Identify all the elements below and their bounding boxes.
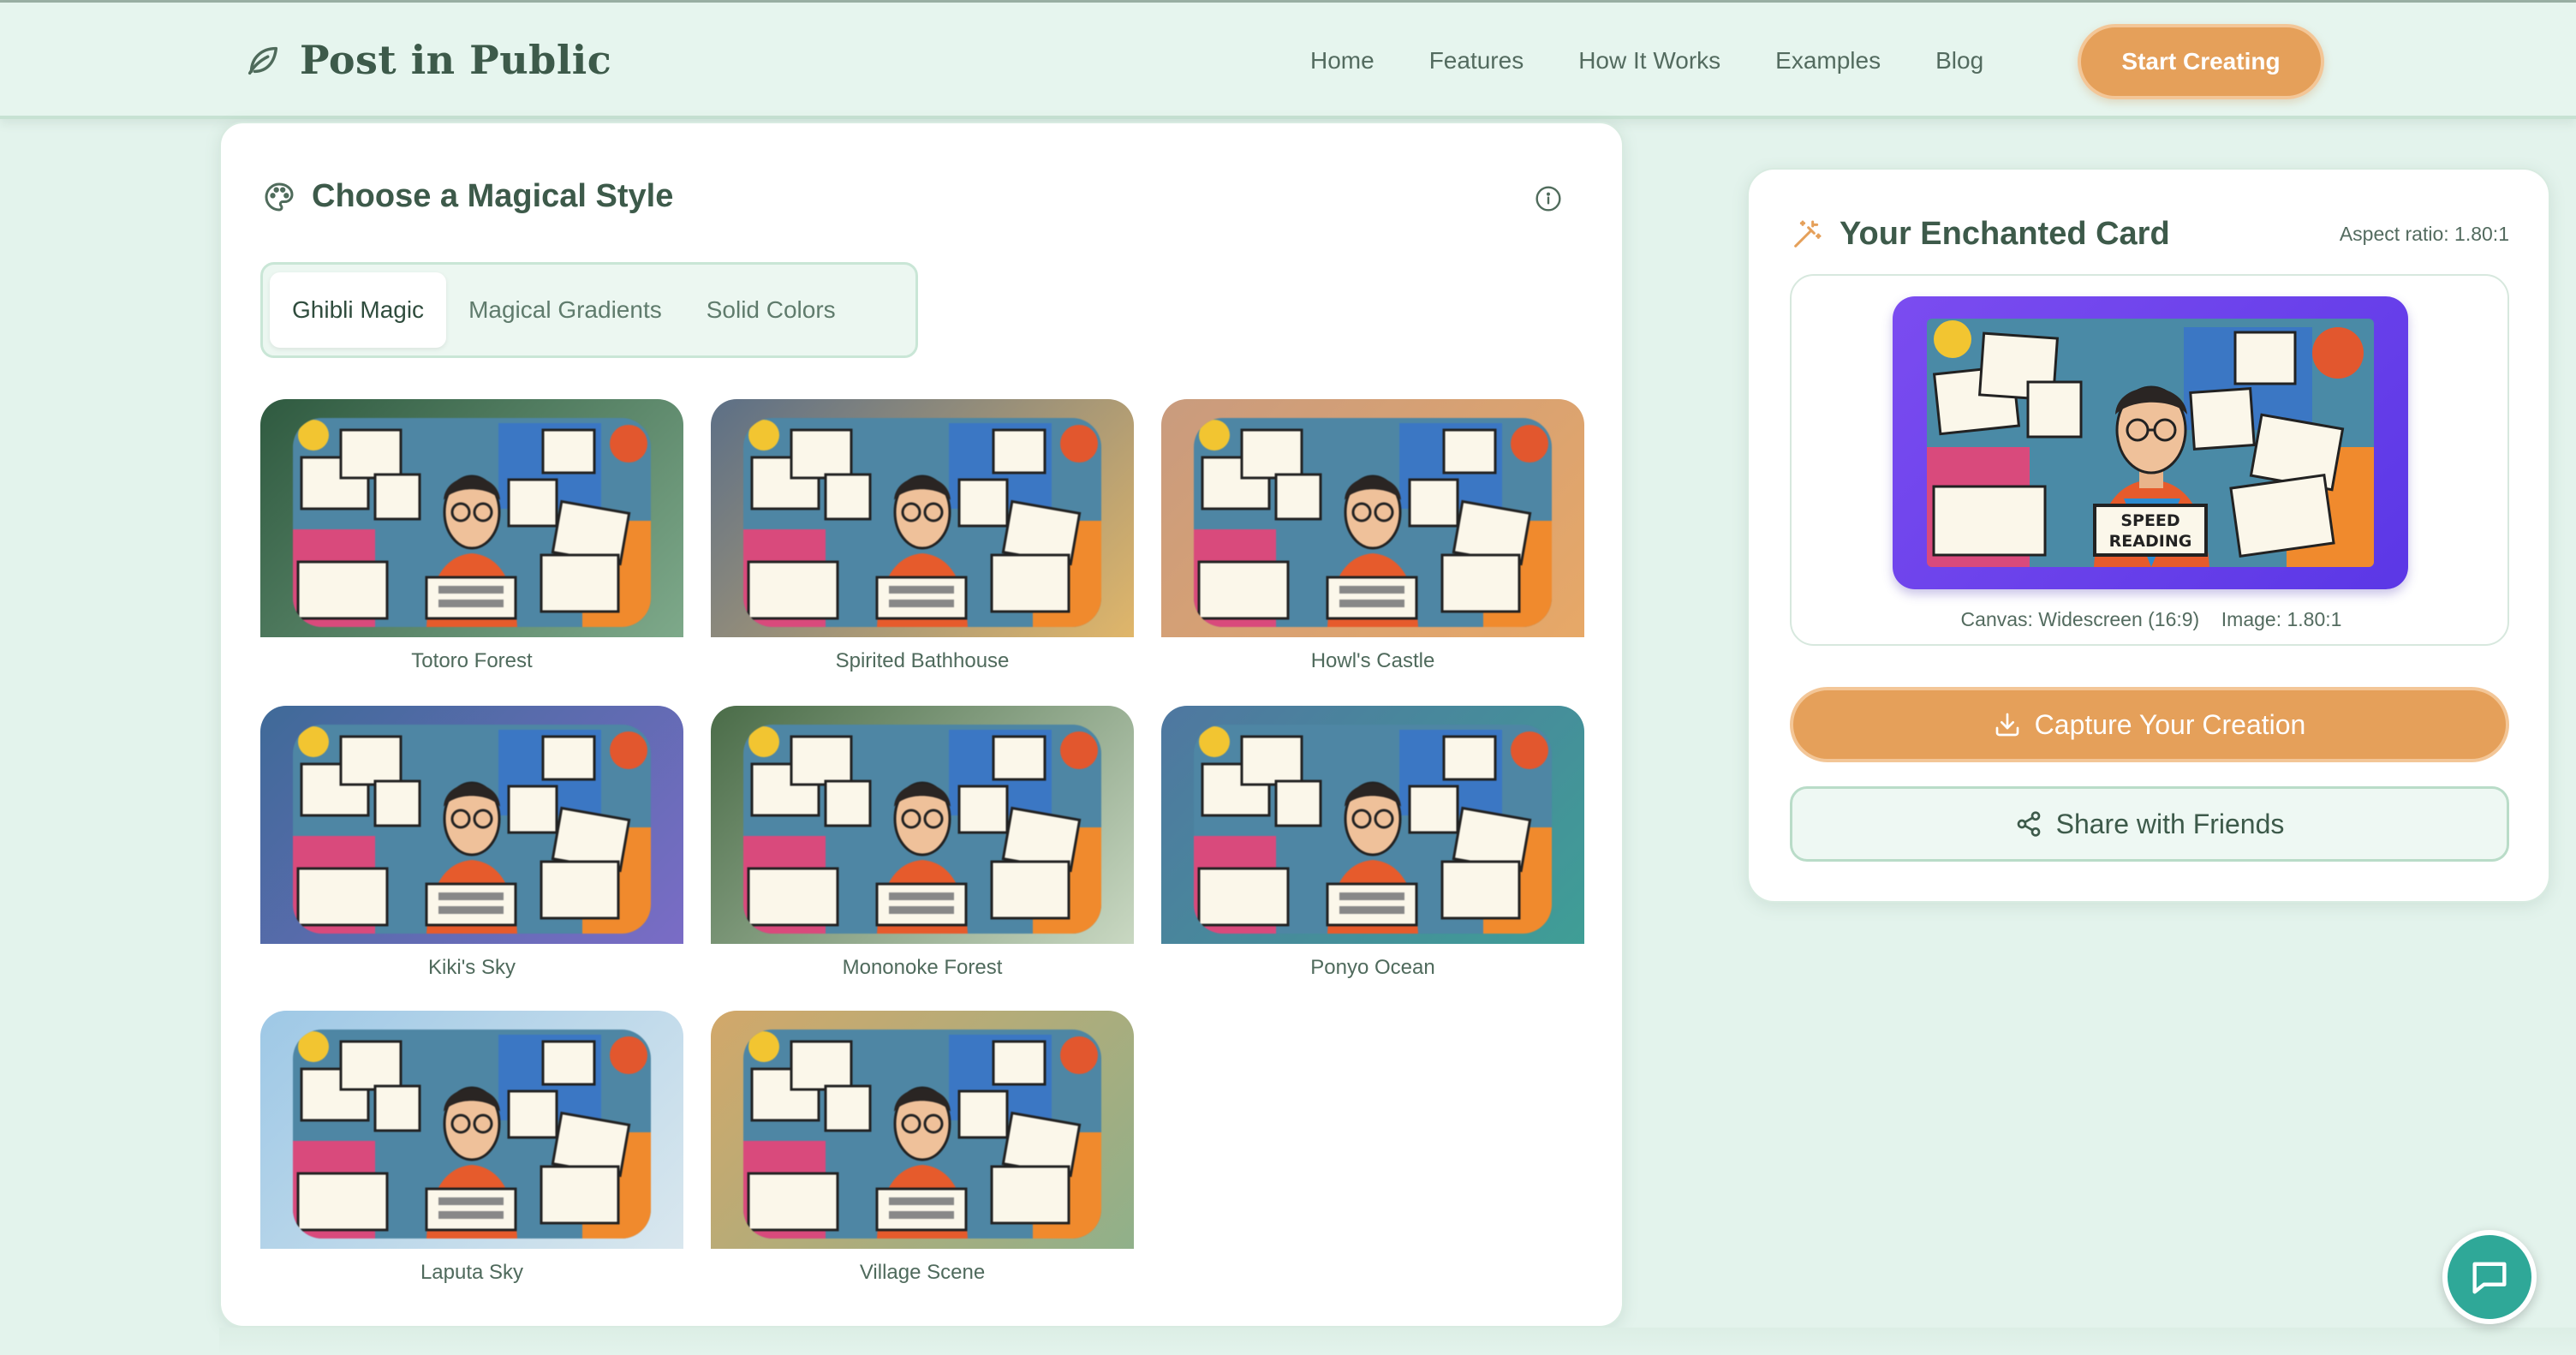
- canvas-info: Canvas: Widescreen (16:9) Image: 1.80:1: [1960, 608, 2342, 630]
- wand-icon: [1794, 220, 1822, 248]
- brand-logo[interactable]: Post in Public: [243, 30, 611, 90]
- style-tabs: Ghibli Magic Magical Gradients Solid Col…: [260, 262, 918, 358]
- preview-panel-header: Your Enchanted Card: [1790, 216, 2170, 253]
- palette-icon: [265, 182, 294, 211]
- tab-magical-gradients[interactable]: Magical Gradients: [446, 272, 684, 348]
- card-image: SPEED READING: [1927, 319, 2374, 567]
- chat-button[interactable]: [2442, 1230, 2537, 1324]
- capture-button-label: Capture Your Creation: [2034, 708, 2306, 740]
- page-bottom-shade: [219, 1328, 2576, 1355]
- share-button-label: Share with Friends: [2055, 808, 2285, 839]
- style-thumbnail: [293, 1030, 651, 1239]
- chat-bubble-icon: [2472, 1262, 2507, 1294]
- share-icon: [2017, 811, 2040, 837]
- nav-how-it-works[interactable]: How It Works: [1578, 47, 1720, 75]
- leaf-icon: [247, 46, 278, 75]
- style-option-label: Spirited Bathhouse: [835, 649, 1010, 672]
- style-option-label: Ponyo Ocean: [1310, 956, 1435, 979]
- info-icon[interactable]: [1535, 185, 1562, 212]
- style-thumbnail: [743, 418, 1101, 627]
- style-option-label: Mononoke Forest: [842, 956, 1003, 979]
- nav-blog[interactable]: Blog: [1935, 47, 1983, 75]
- style-thumbnail: [293, 725, 651, 934]
- style-option-laputa-sky[interactable]: [260, 1011, 683, 1249]
- style-option-mononoke-forest[interactable]: [711, 706, 1134, 944]
- style-panel-header: Choose a Magical Style: [262, 178, 673, 215]
- preview-panel-title: Your Enchanted Card: [1840, 216, 2170, 252]
- main-nav: Home Features How It Works Examples Blog: [1310, 3, 2038, 119]
- nav-examples[interactable]: Examples: [1775, 47, 1881, 75]
- aspect-ratio-text: Aspect ratio: 1.80:1: [2339, 223, 2509, 245]
- capture-creation-button[interactable]: Capture Your Creation: [1790, 687, 2509, 762]
- card-preview-frame: SPEED READING Canvas: Widescreen (16:9) …: [1790, 274, 2509, 646]
- style-option-howl-s-castle[interactable]: [1161, 399, 1584, 637]
- svg-text:READING: READING: [2109, 532, 2192, 551]
- download-icon: [1995, 713, 2019, 737]
- start-creating-button[interactable]: Start Creating: [2078, 24, 2324, 99]
- preview-panel: Your Enchanted Card Aspect ratio: 1.80:1: [1747, 168, 2550, 903]
- style-option-label: Kiki's Sky: [428, 956, 516, 979]
- style-thumbnail: [293, 418, 651, 627]
- style-option-label: Howl's Castle: [1310, 649, 1435, 672]
- style-thumbnail: [1194, 418, 1552, 627]
- style-option-totoro-forest[interactable]: [260, 399, 683, 637]
- style-option-ponyo-ocean[interactable]: [1161, 706, 1584, 944]
- enchanted-card: SPEED READING: [1893, 296, 2408, 589]
- tab-ghibli-magic[interactable]: Ghibli Magic: [270, 272, 447, 348]
- site-header: Post in Public Home Features How It Work…: [0, 3, 2576, 119]
- style-thumbnail: [743, 725, 1101, 934]
- brand-name: Post in Public: [300, 37, 612, 83]
- style-thumbnail: [1194, 725, 1552, 934]
- nav-home[interactable]: Home: [1310, 47, 1374, 75]
- svg-text:SPEED: SPEED: [2120, 511, 2179, 530]
- style-option-label: Laputa Sky: [420, 1261, 524, 1284]
- style-option-spirited-bathhouse[interactable]: [711, 399, 1134, 637]
- style-option-label: Totoro Forest: [411, 649, 533, 672]
- style-option-village-scene[interactable]: [711, 1011, 1134, 1249]
- style-option-label: Village Scene: [859, 1261, 986, 1284]
- style-thumbnail: [743, 1030, 1101, 1239]
- card-illustration: SPEED READING: [1927, 319, 2374, 567]
- nav-features[interactable]: Features: [1429, 47, 1524, 75]
- style-option-kiki-s-sky[interactable]: [260, 706, 683, 944]
- tab-solid-colors[interactable]: Solid Colors: [684, 272, 858, 348]
- style-panel: Choose a Magical Style Ghibli Magic Magi…: [219, 122, 1624, 1328]
- style-panel-title: Choose a Magical Style: [312, 178, 674, 214]
- share-with-friends-button[interactable]: Share with Friends: [1790, 786, 2509, 862]
